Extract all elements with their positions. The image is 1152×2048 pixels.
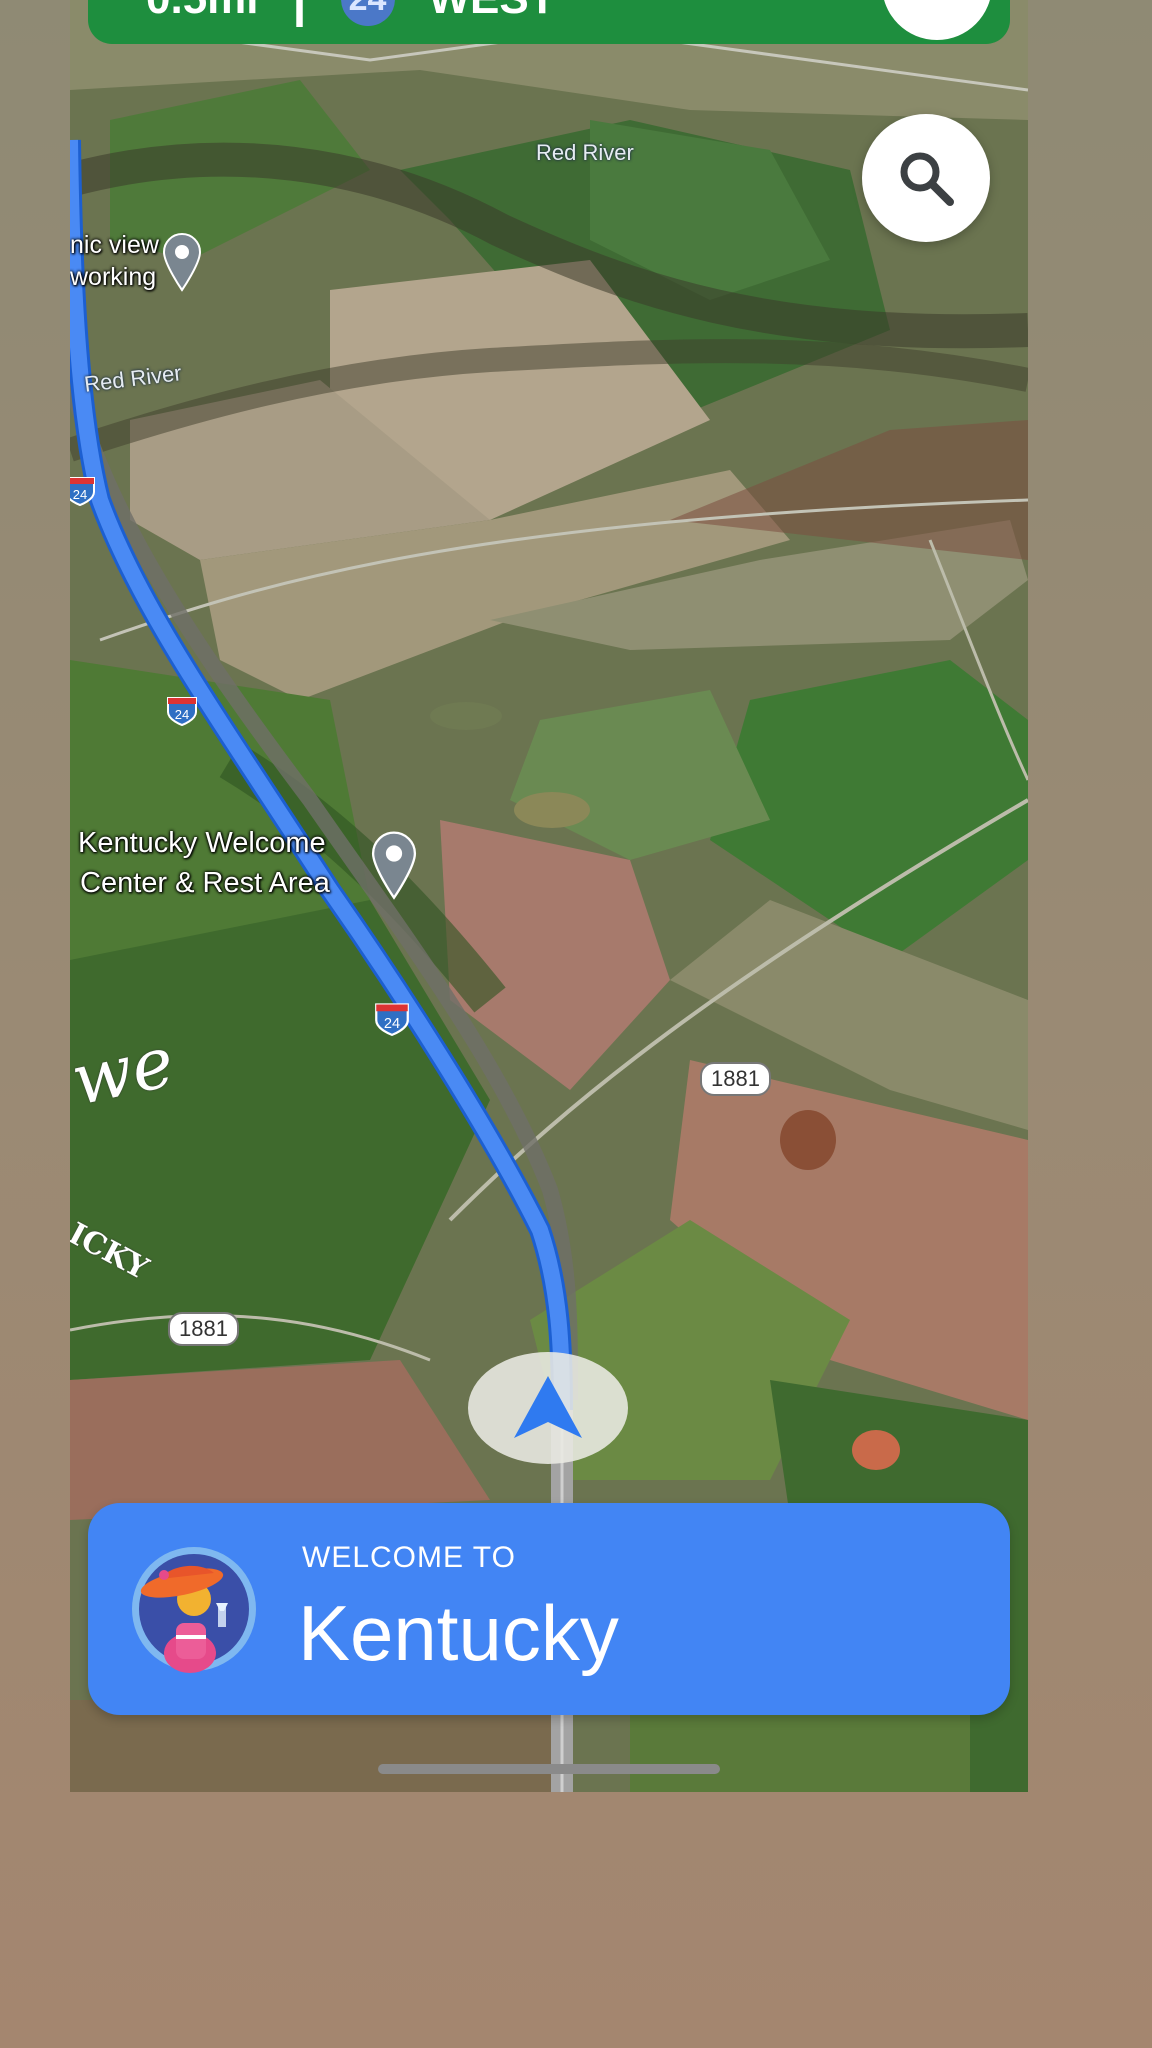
route-badge-1881: 1881 — [700, 1062, 771, 1096]
navigation-banner[interactable]: 0.5mi | 24 WEST — [88, 0, 1010, 44]
river-label-top: Red River — [536, 140, 634, 165]
shield-number: 24 — [73, 487, 87, 502]
navigation-arrow-icon — [514, 1376, 582, 1438]
welcome-state-name: Kentucky — [298, 1589, 619, 1677]
interstate-shield-icon: 24 — [70, 477, 95, 506]
map-pin-icon[interactable] — [160, 230, 204, 292]
search-icon — [900, 152, 954, 206]
kentucky-emblem-icon — [132, 1547, 256, 1673]
route-badge-1881: 1881 — [168, 1312, 239, 1346]
welcome-card[interactable]: WELCOME TO Kentucky — [88, 1503, 1010, 1715]
shield-number: 24 — [384, 1016, 400, 1032]
phone-screen: 0.5mi | 24 WEST Red River Red River nic … — [70, 0, 1028, 1792]
interstate-shield-icon: 24 — [167, 697, 197, 726]
map-pin-icon[interactable] — [368, 828, 420, 900]
poi-welcome-label-line2[interactable]: Center & Rest Area — [80, 866, 330, 900]
poi-welcome-label-line1[interactable]: Kentucky Welcome — [78, 826, 326, 860]
nav-direction: WEST — [429, 0, 556, 24]
home-indicator[interactable] — [378, 1764, 720, 1774]
poi-scenic-label-line1[interactable]: nic view — [70, 228, 159, 262]
interstate-badge: 24 — [340, 0, 395, 26]
nav-distance: 0.5mi — [146, 0, 259, 24]
current-location-puck — [468, 1352, 628, 1464]
search-button[interactable] — [862, 114, 990, 242]
interstate-shield-icon: 24 — [375, 1003, 409, 1036]
welcome-subtitle: WELCOME TO — [302, 1541, 516, 1574]
shield-number: 24 — [175, 707, 189, 722]
nav-separator: | — [293, 0, 307, 28]
poi-scenic-label-line2[interactable]: working — [70, 260, 156, 294]
